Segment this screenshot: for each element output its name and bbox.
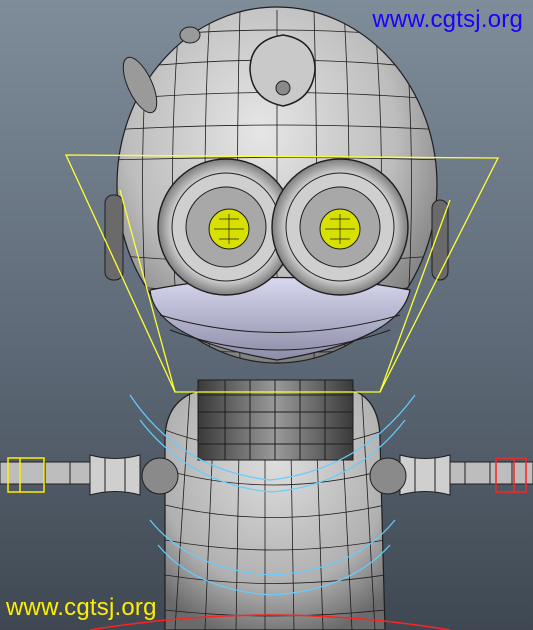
watermark-bottom: www.cgtsj.org (6, 594, 157, 621)
maya-viewport[interactable]: www.cgtsj.org www.cgtsj.org (0, 0, 533, 630)
robot-eye-right[interactable] (271, 158, 409, 296)
robot-arm-left-mesh[interactable] (0, 454, 179, 496)
robot-model-wireframe[interactable] (0, 0, 533, 630)
watermark-top: www.cgtsj.org (372, 6, 523, 33)
left-ear-pod (104, 194, 124, 281)
robot-arm-right-mesh[interactable] (369, 454, 533, 496)
robot-mouth (149, 276, 411, 361)
